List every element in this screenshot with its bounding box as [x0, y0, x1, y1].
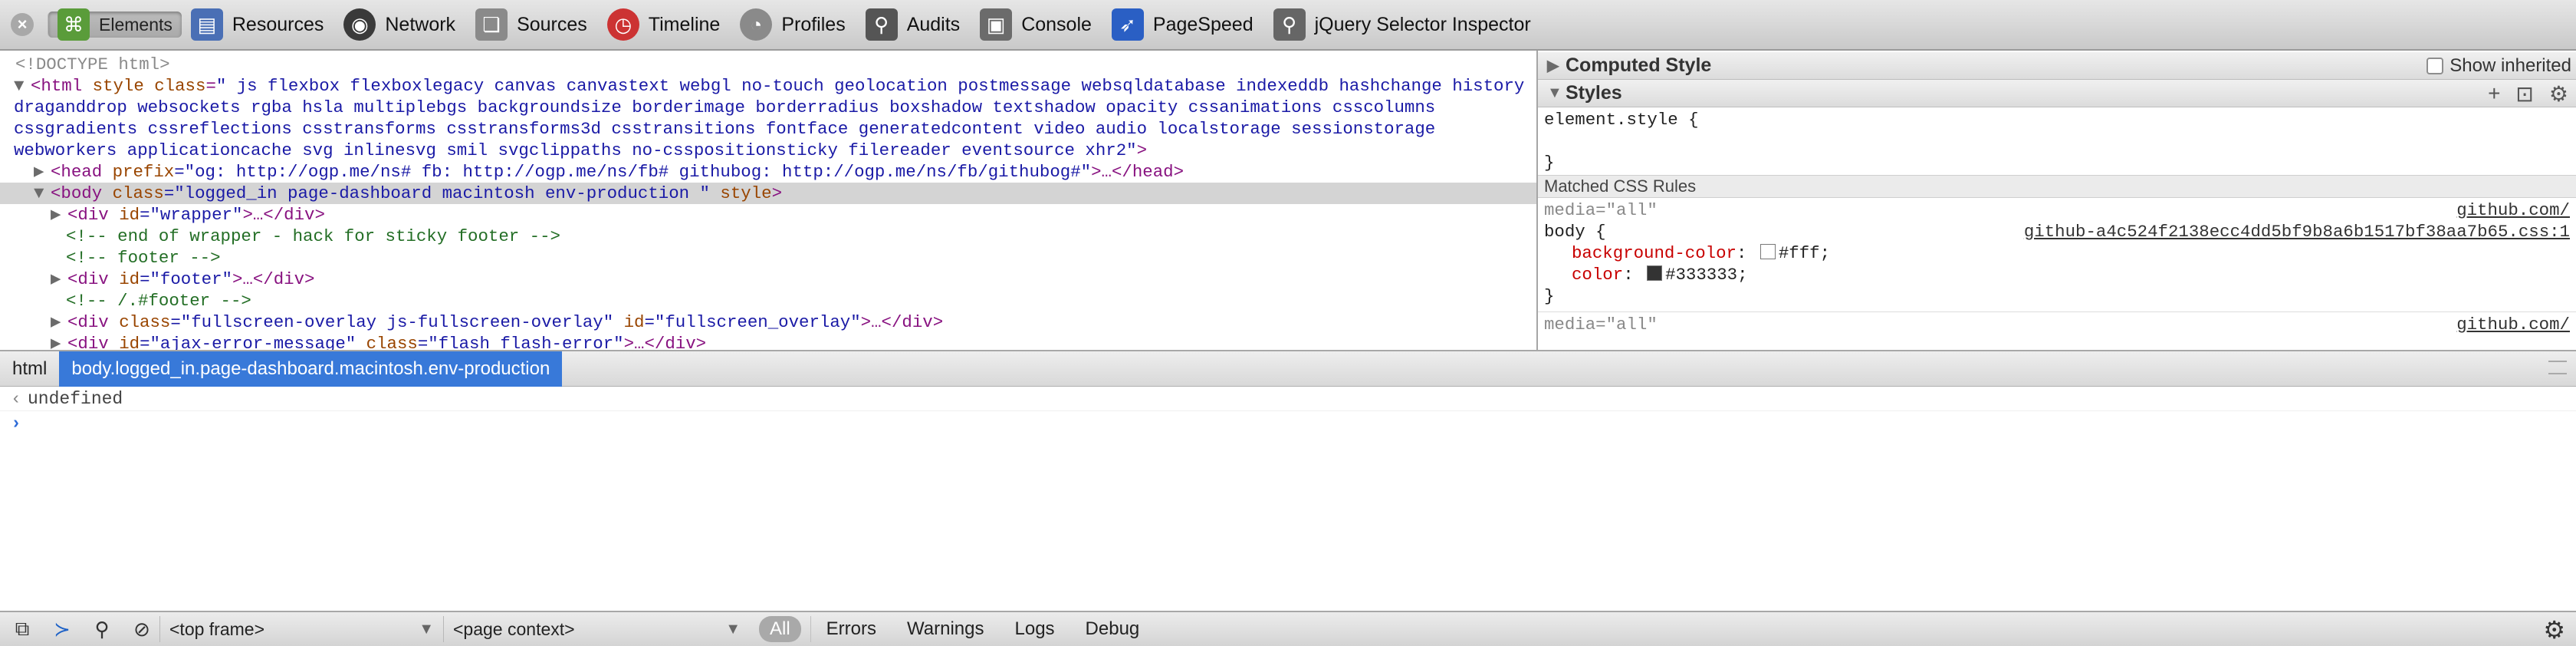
div-ajax-error-node[interactable]: ▶ <div id="ajax-error-message" class="fla…: [0, 333, 1536, 350]
dropdown-arrow-icon: ▼: [725, 620, 741, 638]
tab-timeline[interactable]: ◷ Timeline: [603, 2, 731, 47]
pagespeed-icon: ➶: [1111, 8, 1144, 41]
tab-profiles[interactable]: ◔ Profiles: [735, 2, 856, 47]
console-prompt[interactable]: ›: [0, 411, 2576, 436]
filter-warnings[interactable]: Warnings: [892, 616, 999, 642]
tab-pagespeed[interactable]: ➶ PageSpeed: [1107, 2, 1264, 47]
clear-console-icon[interactable]: ⊘: [124, 614, 159, 644]
tab-elements[interactable]: ⌘ Elements: [48, 8, 182, 41]
console-drawer-icon[interactable]: ≻: [44, 614, 80, 644]
comment-node[interactable]: <!-- end of wrapper - hack for sticky fo…: [0, 226, 1536, 247]
dropdown-arrow-icon: ▼: [419, 620, 434, 638]
collapse-triangle-icon: ▼: [1547, 84, 1562, 101]
gear-icon[interactable]: ⚙: [2549, 81, 2568, 107]
filter-debug[interactable]: Debug: [1070, 616, 1155, 642]
network-icon: ◉: [343, 8, 376, 41]
gear-icon[interactable]: ⚙: [2543, 615, 2565, 644]
resources-icon: ▤: [190, 8, 223, 41]
devtools-toolbar: × ⌘ Elements ▤ Resources ◉ Network ❏ Sou…: [0, 0, 2576, 51]
toggle-state-icon[interactable]: ⊡: [2515, 81, 2533, 107]
context-select[interactable]: <page context> ▼: [443, 616, 750, 642]
comment-node[interactable]: <!-- footer -->: [0, 247, 1536, 269]
breadcrumb-html[interactable]: html: [0, 351, 59, 387]
stylesheet-link[interactable]: github-a4c524f2138ecc4dd5bf9b8a6b1517bf3…: [2024, 221, 2570, 242]
styles-header[interactable]: ▼ Styles + ⊡ ⚙: [1538, 80, 2576, 107]
dock-icon[interactable]: ⧉: [5, 614, 40, 644]
tab-sources[interactable]: ❏ Sources: [471, 2, 598, 47]
expand-triangle-icon[interactable]: ▶: [51, 333, 67, 350]
status-bar: ⧉ ≻ ⚲ ⊘ <top frame> ▼ <page context> ▼ All…: [0, 611, 2576, 646]
filter-logs[interactable]: Logs: [1000, 616, 1070, 642]
head-node[interactable]: ▶ <head prefix="og: http://ogp.me/ns# fb:…: [0, 161, 1536, 183]
expand-triangle-icon[interactable]: ▶: [51, 311, 67, 333]
elements-icon: ⌘: [58, 8, 90, 41]
tab-audits[interactable]: ⚲ Audits: [861, 2, 971, 47]
console-panel: ‹ undefined ›: [0, 387, 2576, 611]
expand-triangle-icon: ▶: [1547, 58, 1559, 74]
div-fullscreen-overlay-node[interactable]: ▶ <div class="fullscreen-overlay js-fulls…: [0, 311, 1536, 333]
tab-label: Audits: [906, 13, 961, 35]
styles-sidebar: ▶ Computed Style Show inherited ▼ Styles…: [1538, 52, 2576, 350]
console-result-line: ‹ undefined: [0, 387, 2576, 411]
profiles-icon: ◔: [740, 8, 773, 41]
checkbox-icon: [2426, 58, 2444, 74]
expand-triangle-icon[interactable]: ▶: [34, 161, 51, 183]
jquery-icon: ⚲: [1273, 8, 1306, 41]
collapse-triangle-icon[interactable]: ▼: [14, 75, 31, 97]
tab-label: Timeline: [648, 13, 721, 35]
sources-icon: ❏: [475, 8, 508, 41]
div-footer-node[interactable]: ▶ <div id="footer">…</div>: [0, 269, 1536, 290]
resize-grip-icon[interactable]: [2548, 361, 2567, 374]
tab-resources[interactable]: ▤ Resources: [186, 2, 335, 47]
tab-label: Sources: [517, 13, 587, 35]
audits-icon: ⚲: [865, 8, 898, 41]
comment-node[interactable]: <!-- /.#footer -->: [0, 290, 1536, 311]
body-node[interactable]: ▼ <body class="logged_in page-dashboard m…: [0, 183, 1536, 204]
matched-css-rules-header: Matched CSS Rules: [1538, 175, 2576, 198]
element-style-rule[interactable]: element.style { }: [1538, 107, 2576, 175]
doctype-node[interactable]: <!DOCTYPE html>: [0, 54, 1536, 75]
tab-label: Resources: [232, 13, 324, 35]
tab-label: Console: [1021, 13, 1092, 35]
frame-select[interactable]: <top frame> ▼: [159, 616, 443, 642]
html-node[interactable]: ▼ <html style class=" js flexbox flexboxl…: [0, 75, 1536, 161]
prompt-arrow-icon: ›: [11, 414, 21, 433]
dom-tree: <!DOCTYPE html> ▼ <html style class=" js …: [0, 52, 1536, 350]
div-wrapper-node[interactable]: ▶ <div id="wrapper">…</div>: [0, 204, 1536, 226]
close-icon[interactable]: ×: [11, 13, 34, 36]
filter-errors[interactable]: Errors: [810, 616, 892, 642]
css-property[interactable]: color: #333333;: [1544, 264, 2570, 285]
stylesheet-link[interactable]: github.com/: [2456, 199, 2570, 221]
css-property[interactable]: background-color: #fff;: [1544, 242, 2570, 264]
breadcrumb: html body.logged_in.page-dashboard.macin…: [0, 350, 2576, 387]
css-rule[interactable]: media="all" github.com/: [1538, 311, 2576, 337]
tab-label: Network: [385, 13, 456, 35]
expand-triangle-icon[interactable]: ▶: [51, 269, 67, 290]
collapse-triangle-icon[interactable]: ▼: [34, 183, 51, 204]
tab-jquery-selector-inspector[interactable]: ⚲ jQuery Selector Inspector: [1269, 2, 1542, 47]
search-icon[interactable]: ⚲: [84, 614, 120, 644]
tab-console[interactable]: ▣ Console: [975, 2, 1102, 47]
console-icon: ▣: [980, 8, 1013, 41]
result-arrow-icon: ‹: [11, 388, 21, 409]
add-rule-icon[interactable]: +: [2488, 81, 2500, 107]
filter-all[interactable]: All: [759, 616, 801, 642]
tab-label: Profiles: [781, 13, 846, 35]
show-inherited-checkbox[interactable]: Show inherited: [2426, 55, 2571, 77]
computed-style-header[interactable]: ▶ Computed Style Show inherited: [1538, 52, 2576, 80]
tab-label: jQuery Selector Inspector: [1314, 13, 1531, 35]
timeline-icon: ◷: [606, 8, 639, 41]
breadcrumb-body[interactable]: body.logged_in.page-dashboard.macintosh.…: [59, 351, 563, 387]
tab-label: PageSpeed: [1152, 13, 1254, 35]
color-swatch[interactable]: [1760, 244, 1776, 259]
tab-network[interactable]: ◉ Network: [339, 2, 466, 47]
css-rule-body[interactable]: media="all" github.com/ body {github-a4c5…: [1538, 198, 2576, 308]
tab-label: Elements: [99, 14, 172, 35]
color-swatch[interactable]: [1647, 265, 1663, 281]
stylesheet-link[interactable]: github.com/: [2456, 314, 2570, 335]
expand-triangle-icon[interactable]: ▶: [51, 204, 67, 226]
